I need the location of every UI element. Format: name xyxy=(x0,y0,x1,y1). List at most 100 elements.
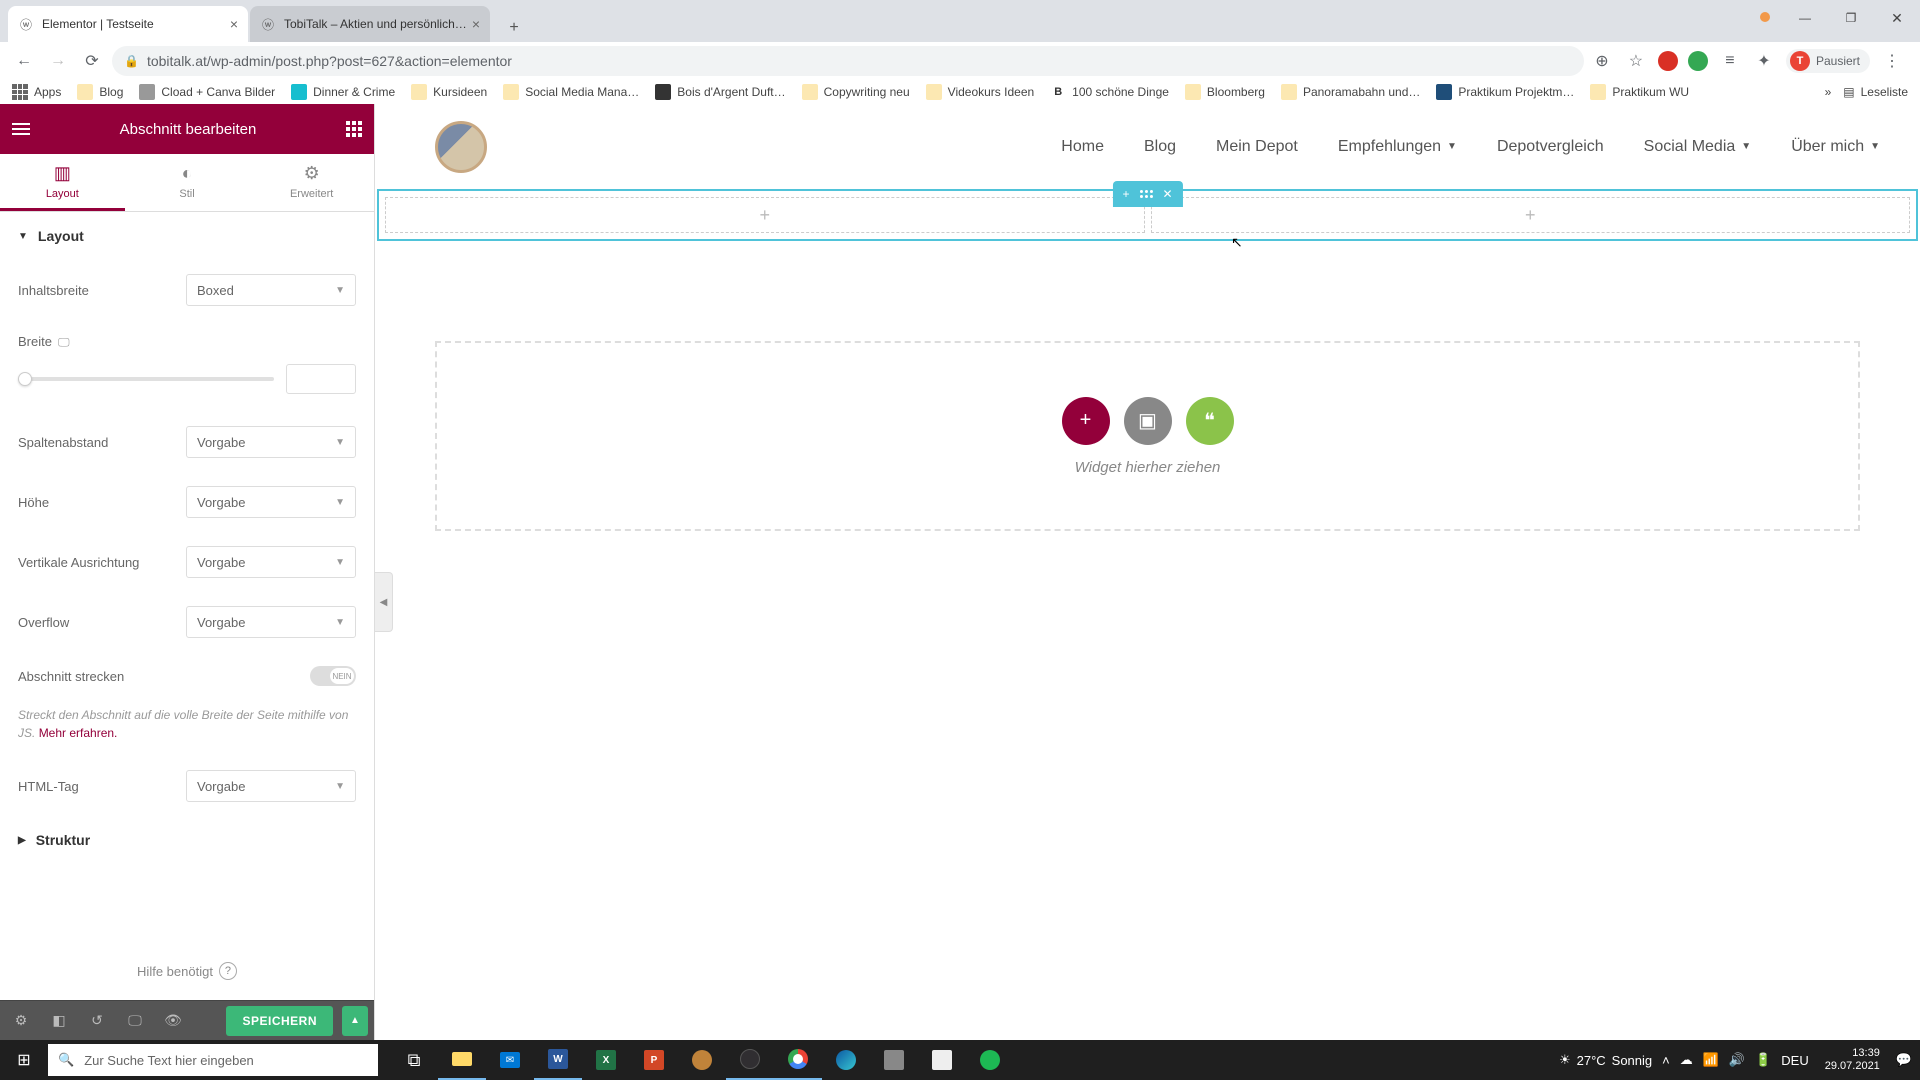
learn-more-link[interactable]: Mehr erfahren. xyxy=(39,726,118,740)
select-vertical-align[interactable]: Vorgabe▼ xyxy=(186,546,356,578)
extension-icon[interactable]: ≡ xyxy=(1718,49,1742,73)
taskbar-search[interactable]: 🔍 Zur Suche Text hier eingeben xyxy=(48,1044,378,1076)
bookmark-item[interactable]: Kursideen xyxy=(411,84,487,100)
add-new-section-button[interactable]: + xyxy=(1062,397,1110,445)
extensions-puzzle-icon[interactable]: ✦ xyxy=(1752,49,1776,73)
settings-icon[interactable]: ⚙ xyxy=(6,1006,36,1036)
bookmark-item[interactable]: Dinner & Crime xyxy=(291,84,395,100)
profile-button[interactable]: T Pausiert xyxy=(1786,49,1870,73)
wifi-icon[interactable]: 📶 xyxy=(1703,1052,1719,1068)
tab-inactive[interactable]: ⓦ TobiTalk – Aktien und persönlich… × xyxy=(250,6,490,42)
menu-icon[interactable] xyxy=(12,123,30,135)
help-link[interactable]: Hilfe benötigt ? xyxy=(0,942,374,1000)
column-dropzone[interactable]: + xyxy=(1151,197,1911,233)
nav-social[interactable]: Social Media▼ xyxy=(1644,138,1752,156)
bookmark-item[interactable]: B100 schöne Dinge xyxy=(1050,84,1169,100)
tab-advanced[interactable]: ⚙Erweitert xyxy=(249,154,374,211)
width-slider[interactable] xyxy=(18,377,274,381)
add-section-icon[interactable]: + xyxy=(1122,187,1129,201)
bookmark-overflow[interactable]: » xyxy=(1825,85,1832,99)
notepad-icon[interactable] xyxy=(918,1040,966,1080)
envato-button[interactable]: ❝ xyxy=(1186,397,1234,445)
nav-home[interactable]: Home xyxy=(1061,138,1104,156)
weather-widget[interactable]: ☀ 27°C Sonnig xyxy=(1559,1052,1652,1068)
new-section-dropzone[interactable]: + ▣ ❝ Widget hierher ziehen xyxy=(435,341,1860,531)
section-structure-header[interactable]: ▶Struktur xyxy=(0,816,374,864)
close-window-button[interactable]: ✕ xyxy=(1874,0,1920,36)
collapse-sidebar-handle[interactable]: ◀ xyxy=(375,572,393,632)
bookmark-item[interactable]: Copywriting neu xyxy=(802,84,910,100)
tab-style[interactable]: ◐Stil xyxy=(125,154,250,211)
save-button[interactable]: SPEICHERN xyxy=(226,1006,333,1036)
bookmark-item[interactable]: Social Media Mana… xyxy=(503,84,639,100)
history-icon[interactable]: ↺ xyxy=(82,1006,112,1036)
battery-icon[interactable]: 🔋 xyxy=(1755,1052,1771,1068)
responsive-icon[interactable]: 🖵 xyxy=(58,335,70,349)
clock[interactable]: 13:39 29.07.2021 xyxy=(1819,1047,1886,1073)
app-icon[interactable] xyxy=(870,1040,918,1080)
nav-depot[interactable]: Mein Depot xyxy=(1216,138,1298,156)
navigator-icon[interactable]: ◧ xyxy=(44,1006,74,1036)
save-options-button[interactable]: ▲ xyxy=(342,1006,368,1036)
forward-button[interactable]: → xyxy=(44,47,72,75)
stretch-toggle[interactable]: NEIN xyxy=(310,666,356,686)
volume-icon[interactable]: 🔊 xyxy=(1729,1052,1745,1068)
bookmark-item[interactable]: Praktikum Projektm… xyxy=(1436,84,1574,100)
word-icon[interactable]: W xyxy=(534,1040,582,1080)
responsive-icon[interactable]: 🖵 xyxy=(120,1006,150,1036)
slider-thumb[interactable] xyxy=(18,372,32,386)
site-logo[interactable] xyxy=(435,121,487,173)
add-template-button[interactable]: ▣ xyxy=(1124,397,1172,445)
notification-icon[interactable]: 💬 xyxy=(1896,1052,1912,1068)
address-bar[interactable]: 🔒 tobitalk.at/wp-admin/post.php?post=627… xyxy=(112,46,1584,76)
extension-icon[interactable] xyxy=(1688,51,1708,71)
bookmark-item[interactable]: Blog xyxy=(77,84,123,100)
tab-layout[interactable]: ▥Layout xyxy=(0,154,125,211)
select-html-tag[interactable]: Vorgabe▼ xyxy=(186,770,356,802)
chrome-icon[interactable] xyxy=(774,1040,822,1080)
obs-icon[interactable] xyxy=(726,1040,774,1080)
zoom-icon[interactable]: ⊕ xyxy=(1590,49,1614,73)
close-icon[interactable]: × xyxy=(472,16,480,32)
nav-empfehlungen[interactable]: Empfehlungen▼ xyxy=(1338,138,1457,156)
task-view-icon[interactable]: ⧉ xyxy=(390,1040,438,1080)
maximize-button[interactable]: ❐ xyxy=(1828,0,1874,36)
mail-icon[interactable]: ✉ xyxy=(486,1040,534,1080)
menu-icon[interactable]: ⋮ xyxy=(1880,49,1904,73)
start-button[interactable]: ⊞ xyxy=(0,1040,48,1080)
reading-list-button[interactable]: ▤Leseliste xyxy=(1843,85,1908,99)
new-tab-button[interactable]: + xyxy=(500,14,528,42)
reload-button[interactable]: ⟳ xyxy=(78,47,106,75)
nav-about[interactable]: Über mich▼ xyxy=(1791,138,1880,156)
explorer-icon[interactable] xyxy=(438,1040,486,1080)
back-button[interactable]: ← xyxy=(10,47,38,75)
excel-icon[interactable]: X xyxy=(582,1040,630,1080)
powerpoint-icon[interactable]: P xyxy=(630,1040,678,1080)
select-content-width[interactable]: Boxed▼ xyxy=(186,274,356,306)
bookmark-item[interactable]: Bois d'Argent Duft… xyxy=(655,84,785,100)
nav-depotvergleich[interactable]: Depotvergleich xyxy=(1497,138,1604,156)
language-indicator[interactable]: DEU xyxy=(1781,1053,1808,1068)
tray-chevron-icon[interactable]: ˄ xyxy=(1662,1053,1670,1068)
select-column-gap[interactable]: Vorgabe▼ xyxy=(186,426,356,458)
column-dropzone[interactable]: + xyxy=(385,197,1145,233)
bookmark-item[interactable]: Bloomberg xyxy=(1185,84,1265,100)
update-indicator-icon[interactable] xyxy=(1760,12,1770,22)
section-layout-header[interactable]: ▼Layout xyxy=(0,212,374,260)
bookmark-item[interactable]: Praktikum WU xyxy=(1590,84,1689,100)
nav-blog[interactable]: Blog xyxy=(1144,138,1176,156)
app-icon[interactable] xyxy=(678,1040,726,1080)
onedrive-icon[interactable]: ☁ xyxy=(1680,1052,1693,1068)
select-overflow[interactable]: Vorgabe▼ xyxy=(186,606,356,638)
minimize-button[interactable]: — xyxy=(1782,0,1828,36)
delete-section-icon[interactable]: ✕ xyxy=(1162,187,1172,201)
bookmark-item[interactable]: Cload + Canva Bilder xyxy=(139,84,275,100)
spotify-icon[interactable] xyxy=(966,1040,1014,1080)
select-height[interactable]: Vorgabe▼ xyxy=(186,486,356,518)
apps-button[interactable]: Apps xyxy=(12,84,61,100)
edge-icon[interactable] xyxy=(822,1040,870,1080)
drag-handle-icon[interactable] xyxy=(1139,190,1152,198)
width-input[interactable] xyxy=(286,364,356,394)
bookmark-item[interactable]: Videokurs Ideen xyxy=(926,84,1035,100)
bookmark-item[interactable]: Panoramabahn und… xyxy=(1281,84,1420,100)
